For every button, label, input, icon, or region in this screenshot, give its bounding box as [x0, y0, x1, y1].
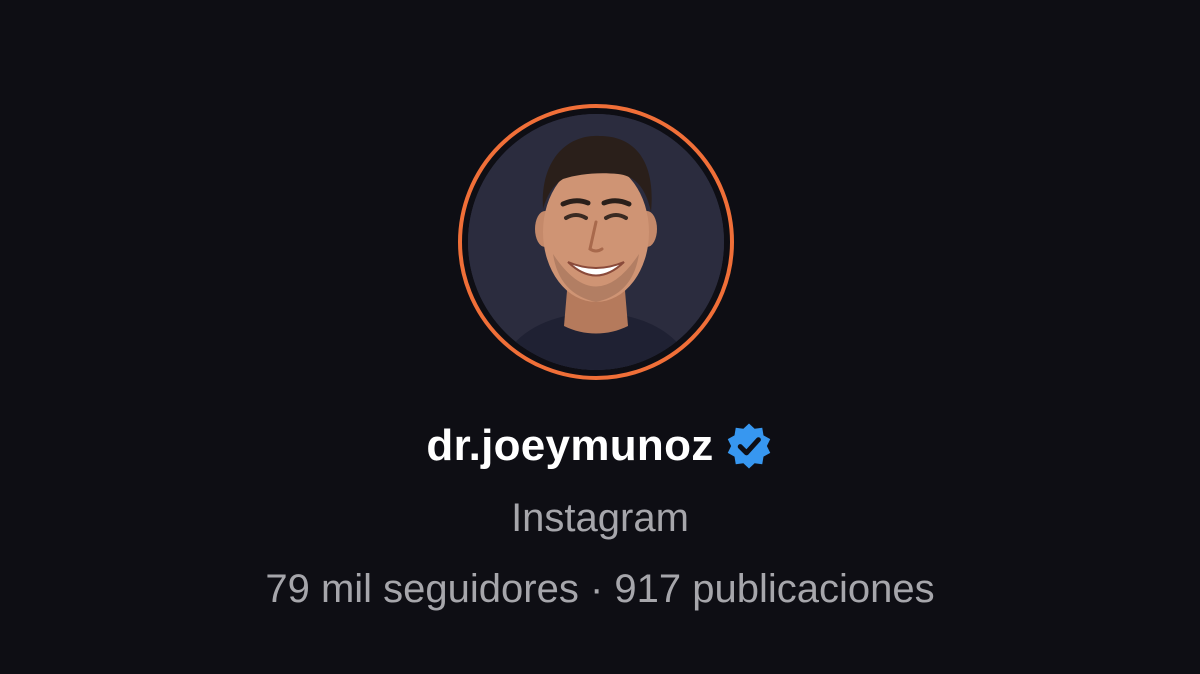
posts-count[interactable]: 917 publicaciones: [614, 567, 934, 611]
followers-count[interactable]: 79 mil seguidores: [265, 567, 579, 611]
profile-card: dr.joeymunoz Instagram 79 mil seguidores…: [0, 0, 1200, 674]
username-row: dr.joeymunoz: [0, 418, 1200, 474]
username[interactable]: dr.joeymunoz: [426, 418, 713, 474]
avatar[interactable]: [468, 114, 724, 370]
verified-badge-icon: [724, 421, 774, 471]
platform-label: Instagram: [511, 496, 689, 540]
profile-stats: 79 mil seguidores · 917 publicaciones: [0, 565, 1200, 613]
stats-separator: ·: [589, 567, 615, 611]
avatar-photo: [468, 114, 724, 370]
